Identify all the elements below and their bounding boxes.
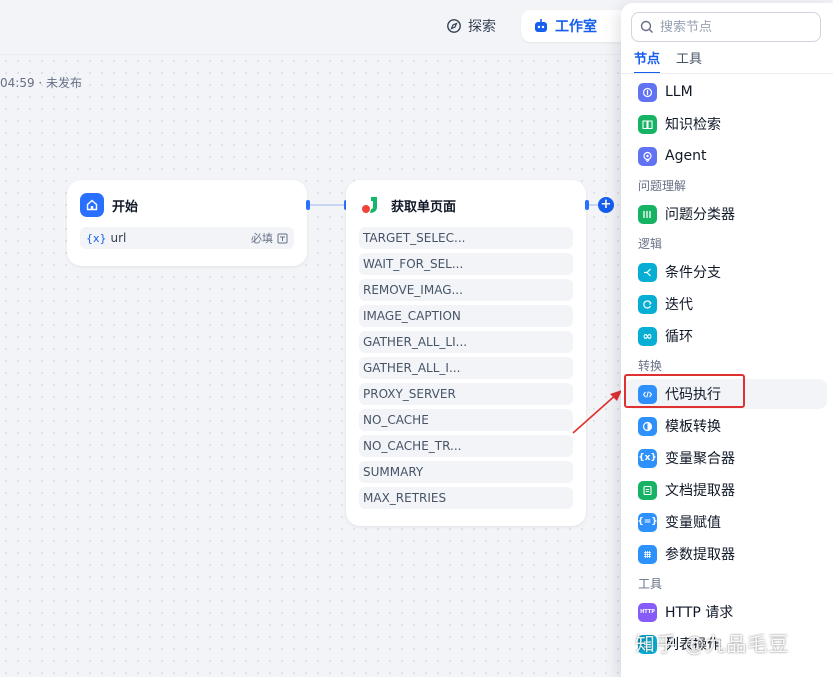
- node-item-if-else[interactable]: 条件分支: [625, 257, 827, 287]
- panel-tabs: 节点 工具: [634, 48, 702, 74]
- param-item: PROXY_SERVER: [359, 383, 573, 405]
- node-item-variable-aggregator[interactable]: {x} 变量聚合器: [625, 443, 827, 473]
- document-icon: [638, 480, 657, 500]
- param-item: SUMMARY: [359, 461, 573, 483]
- scrape-node[interactable]: 获取单页面 TARGET_SELEC... WAIT_FOR_SEL... RE…: [346, 180, 586, 526]
- node-item-label: 迭代: [665, 297, 693, 313]
- assigner-icon: {=}: [637, 512, 658, 532]
- edge-start-scrape: [309, 204, 347, 206]
- start-var-url: {x} url 必填: [80, 227, 294, 249]
- http-badge: HTTP: [640, 609, 655, 615]
- node-item-label: 循环: [665, 329, 693, 345]
- node-item-iteration[interactable]: 迭代: [625, 289, 827, 319]
- variable-aggregator-icon: {x}: [638, 448, 657, 468]
- param-item: WAIT_FOR_SEL...: [359, 253, 573, 275]
- group-label-transform: 转换: [638, 359, 663, 373]
- classifier-icon: [638, 204, 657, 224]
- text-input-icon: [277, 233, 288, 243]
- node-item-llm[interactable]: LLM: [625, 77, 827, 107]
- node-picker-panel: 节点 工具 LLM 知识检索 Agent 问题理解 问题分类器 逻辑 条件分支: [621, 3, 833, 677]
- node-item-label: 变量赋值: [665, 515, 721, 531]
- publish-status: 04:59 · 未发布: [0, 76, 83, 90]
- start-node-header: 开始: [80, 193, 294, 217]
- required-label: 必填: [251, 232, 273, 245]
- scrape-param-list: TARGET_SELEC... WAIT_FOR_SEL... REMOVE_I…: [359, 227, 573, 509]
- firecrawl-icon: [359, 193, 383, 217]
- watermark: 知乎 @九品毛豆: [635, 632, 790, 656]
- tab-nodes[interactable]: 节点: [634, 48, 661, 74]
- http-icon: HTTP: [638, 602, 657, 622]
- llm-icon: [638, 82, 657, 102]
- param-item: MAX_RETRIES: [359, 487, 573, 509]
- branch-icon: [638, 262, 657, 282]
- home-icon: [80, 193, 104, 217]
- node-item-label: 参数提取器: [665, 547, 735, 563]
- scrape-output-handle[interactable]: [585, 200, 589, 210]
- start-node[interactable]: 开始 {x} url 必填: [67, 180, 307, 266]
- param-item: NO_CACHE: [359, 409, 573, 431]
- node-item-http-request[interactable]: HTTP HTTP 请求: [625, 597, 827, 627]
- required-badge: 必填: [251, 230, 288, 246]
- node-item-label: 模板转换: [665, 419, 721, 435]
- search-input[interactable]: [660, 19, 810, 35]
- tab-tools[interactable]: 工具: [676, 48, 702, 74]
- nav-explore-label: 探索: [468, 19, 496, 35]
- node-item-label: LLM: [665, 84, 693, 100]
- node-item-parameter-extractor[interactable]: 参数提取器: [625, 539, 827, 569]
- start-node-title: 开始: [112, 199, 139, 215]
- node-item-agent[interactable]: Agent: [625, 141, 827, 171]
- nav-studio-label: 工作室: [555, 19, 597, 35]
- node-item-label: 问题分类器: [665, 207, 735, 223]
- param-item: TARGET_SELEC...: [359, 227, 573, 249]
- iteration-icon: [638, 294, 657, 314]
- search-box[interactable]: [631, 12, 821, 42]
- node-item-variable-assigner[interactable]: {=} 变量赋值: [625, 507, 827, 537]
- template-icon: [638, 416, 657, 436]
- param-item: IMAGE_CAPTION: [359, 305, 573, 327]
- grid-icon: [638, 544, 657, 564]
- variable-icon: {x}: [86, 231, 107, 245]
- node-item-knowledge-retrieval[interactable]: 知识检索: [625, 109, 827, 139]
- param-item: REMOVE_IMAG...: [359, 279, 573, 301]
- node-item-label: 条件分支: [665, 265, 721, 281]
- start-output-handle[interactable]: [306, 200, 310, 210]
- node-item-label: 知识检索: [665, 117, 721, 133]
- book-icon: [638, 114, 657, 134]
- node-item-doc-extractor[interactable]: 文档提取器: [625, 475, 827, 505]
- node-item-label: Agent: [665, 148, 707, 164]
- annotation-arrow: [572, 390, 622, 434]
- infinity-icon: ∞: [638, 326, 657, 346]
- param-item: NO_CACHE_TR...: [359, 435, 573, 457]
- param-item: GATHER_ALL_I...: [359, 357, 573, 379]
- robot-icon: [535, 19, 547, 32]
- node-item-template-transform[interactable]: 模板转换: [625, 411, 827, 441]
- annotation-highlight-box: [624, 374, 745, 408]
- node-item-question-classifier[interactable]: 问题分类器: [625, 199, 827, 229]
- scrape-node-header: 获取单页面: [359, 193, 573, 217]
- node-item-loop[interactable]: ∞ 循环: [625, 321, 827, 351]
- compass-icon: [447, 19, 461, 33]
- node-item-label: 文档提取器: [665, 483, 735, 499]
- search-icon: [640, 20, 653, 33]
- add-node-button[interactable]: +: [598, 197, 614, 213]
- start-var-name: url: [110, 231, 127, 245]
- node-item-label: 变量聚合器: [665, 451, 735, 467]
- scrape-node-title: 获取单页面: [391, 199, 457, 215]
- group-label-logic: 逻辑: [638, 237, 663, 251]
- node-item-label: HTTP 请求: [665, 605, 734, 621]
- nav-studio[interactable]: 工作室: [521, 10, 629, 42]
- nav-explore[interactable]: 探索: [446, 14, 496, 38]
- group-label-tools: 工具: [638, 577, 663, 591]
- group-label-understanding: 问题理解: [638, 179, 687, 193]
- agent-icon: [638, 146, 657, 166]
- param-item: GATHER_ALL_LI...: [359, 331, 573, 353]
- tab-divider: [621, 73, 833, 74]
